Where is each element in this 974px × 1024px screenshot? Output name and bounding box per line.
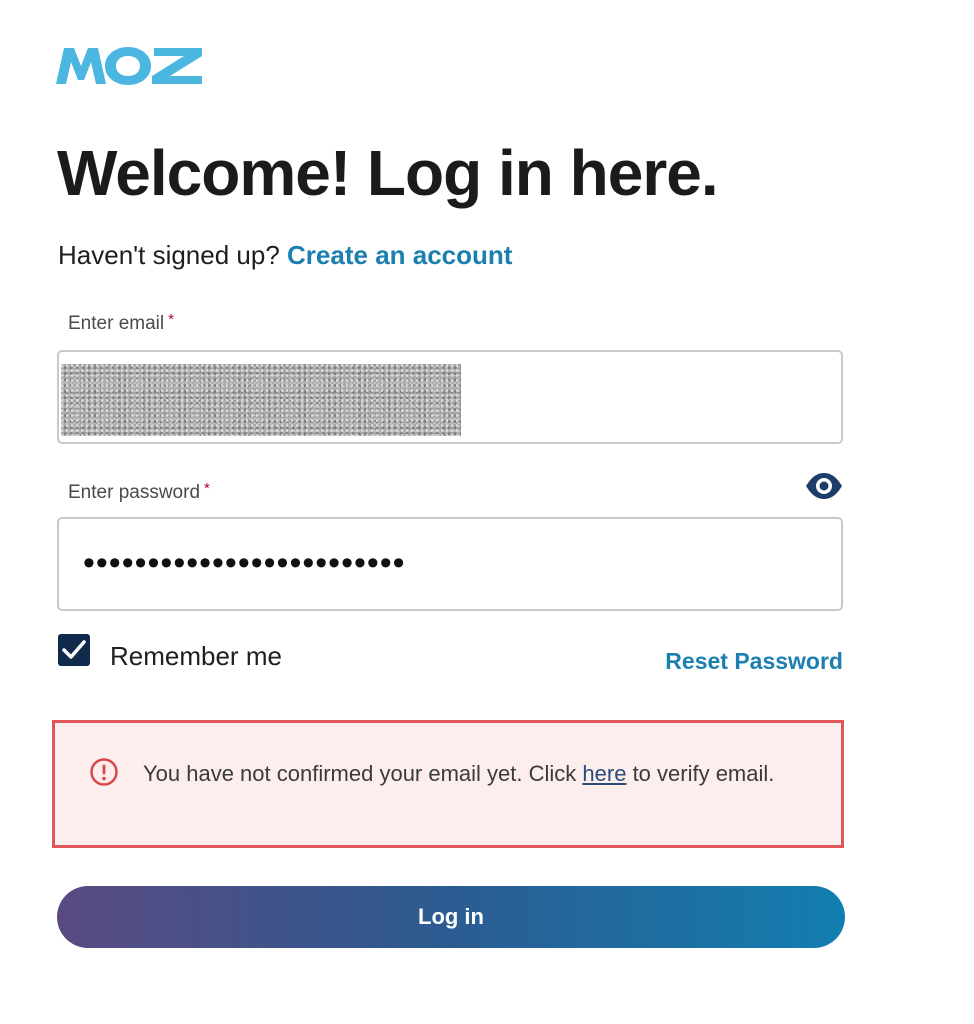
eye-icon[interactable] [805, 471, 843, 501]
log-in-button[interactable]: Log in [57, 886, 845, 948]
verify-email-link[interactable]: here [582, 761, 626, 786]
signup-prompt-text: Haven't signed up? [58, 240, 280, 270]
remember-me-label[interactable]: Remember me [110, 641, 282, 672]
checkmark-icon [62, 640, 86, 659]
alert-text-before: You have not confirmed your email yet. C… [143, 761, 583, 786]
email-verification-alert: You have not confirmed your email yet. C… [52, 720, 844, 848]
email-label: Enter email * [68, 311, 174, 335]
alert-text-after: to verify email. [626, 761, 775, 786]
required-marker: * [168, 311, 174, 328]
email-field[interactable] [57, 350, 843, 444]
password-field[interactable]: ••••••••••••••••••••••••• [57, 517, 843, 611]
create-account-link[interactable]: Create an account [287, 240, 512, 270]
exclamation-circle-icon [89, 757, 119, 787]
redacted-email-value [61, 364, 461, 436]
required-marker: * [204, 480, 210, 497]
password-label-text: Enter password [68, 482, 201, 503]
login-page: Welcome! Log in here. Haven't signed up?… [0, 0, 974, 1024]
email-label-text: Enter email [68, 313, 165, 334]
remember-me-checkbox[interactable] [58, 634, 90, 666]
page-title: Welcome! Log in here. [57, 137, 719, 209]
signup-prompt: Haven't signed up? Create an account [58, 240, 512, 271]
password-masked-value: ••••••••••••••••••••••••• [83, 544, 406, 582]
moz-logo-mark [56, 47, 202, 85]
alert-message: You have not confirmed your email yet. C… [143, 757, 783, 791]
reset-password-link[interactable]: Reset Password [665, 648, 843, 675]
moz-logo [56, 46, 204, 86]
password-label: Enter password * [68, 480, 210, 504]
